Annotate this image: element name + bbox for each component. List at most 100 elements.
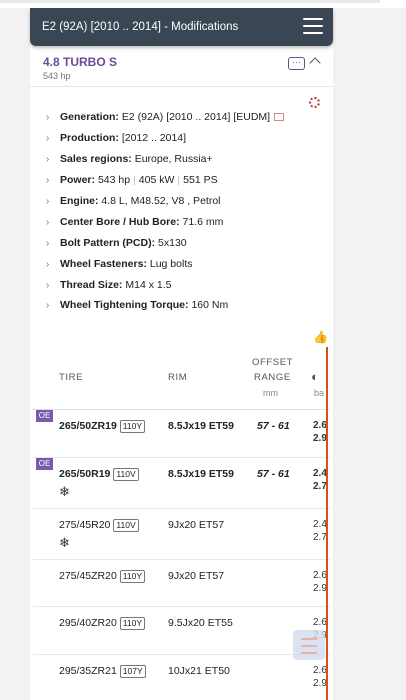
rim-size: 8.5Jx19 ET59 <box>168 468 234 480</box>
load-index-badge: 110Y <box>119 570 146 583</box>
tire-size-text: 265/50ZR19 <box>59 420 117 432</box>
offset-range: 57 - 61 <box>257 468 290 480</box>
spec-item[interactable]: › Engine: 4.8 L, M48.52, V8 , Petrol <box>46 195 221 207</box>
table-row[interactable]: 295/40ZR20110Y9.5Jx20 ET552.62.9 <box>33 607 330 655</box>
spec-label: Production: <box>60 132 119 144</box>
spec-value: E2 (92A) [2010 .. 2014] [EUDM] <box>121 111 271 123</box>
spec-value-3: 551 PS <box>183 174 218 186</box>
spec-item[interactable]: › Bolt Pattern (PCD): 5x130 <box>46 237 187 249</box>
spec-label: Engine: <box>60 195 99 207</box>
snowflake-icon: ❄ <box>59 535 70 550</box>
pressure-rear: 2.9 <box>313 678 327 689</box>
load-index-badge: 110Y <box>119 420 146 433</box>
page-title: E2 (92A) [2010 .. 2014] - Modifications <box>42 21 239 33</box>
image-icon[interactable] <box>274 113 285 122</box>
tire-size-text: 275/45R20 <box>59 519 111 531</box>
pressure-value: 2.4 2.7 <box>313 518 327 544</box>
spec-item[interactable]: › Power: 543 hp | 405 kW | 551 PS <box>46 174 218 186</box>
chevron-right-icon: › <box>46 133 50 144</box>
column-header-tire[interactable]: TIRE <box>59 372 83 383</box>
chevron-right-icon: › <box>46 217 50 228</box>
modification-name[interactable]: 4.8 TURBO S <box>43 55 117 69</box>
spec-item[interactable]: › Production: [2012 .. 2014] <box>46 132 186 144</box>
pressure-rear: 2.7 <box>313 532 327 543</box>
column-header-range: RANGE <box>254 372 291 383</box>
chevron-right-icon: › <box>46 175 50 186</box>
rim-size: 9.5Jx20 ET55 <box>168 617 233 629</box>
spec-label: Bolt Pattern (PCD): <box>60 237 156 249</box>
spec-label: Generation: <box>60 111 119 123</box>
spec-value: 160 Nm <box>191 299 229 311</box>
tire-size: 295/40ZR20 110Y <box>59 617 146 630</box>
snowflake-icon: ❄ <box>59 484 70 499</box>
hamburger-menu-icon[interactable] <box>303 18 323 34</box>
spec-value: [2012 .. 2014] <box>121 132 187 144</box>
spec-item[interactable]: › Thread Size: M14 x 1.5 <box>46 279 171 291</box>
spec-value-2: 405 kW <box>138 174 175 186</box>
floating-menu-button[interactable] <box>293 630 325 660</box>
pressure-front: 2.4 <box>313 519 327 530</box>
spec-value: 5x130 <box>158 237 187 249</box>
table-row[interactable]: 295/35ZR21 107Y 10Jx21 ET50 2.6 2.9 <box>33 655 330 700</box>
pressure-rear: 2.9 <box>313 433 327 444</box>
thumbs-up-icon[interactable]: 👍 <box>313 330 328 344</box>
load-index-badge: 110V <box>113 519 139 532</box>
oe-badge: OE <box>36 410 53 422</box>
rim-size: 9Jx20 ET57 <box>168 519 225 531</box>
tire-size-text: 275/45ZR20 <box>59 570 117 582</box>
spec-value: M14 x 1.5 <box>125 279 172 291</box>
pressure-unit: ba <box>314 388 325 398</box>
spec-value: Lug bolts <box>149 258 193 270</box>
settings-gear-icon[interactable] <box>309 97 320 108</box>
spec-value: Europe, Russia+ <box>134 153 213 165</box>
spec-label: Wheel Fasteners: <box>60 258 147 270</box>
chevron-right-icon: › <box>46 280 50 291</box>
table-row[interactable]: 275/45R20 110V 9Jx20 ET57 2.4 2.7 ❄ <box>33 509 330 560</box>
column-header-offset[interactable]: OFFSET <box>252 357 293 368</box>
spec-item[interactable]: › Sales regions: Europe, Russia+ <box>46 153 213 165</box>
chevron-right-icon: › <box>46 196 50 207</box>
tire-pressure-icon: ◐ <box>311 369 320 384</box>
pressure-front: 2.6 <box>313 570 327 581</box>
table-header: TIRE RIM OFFSET RANGE mm ◐ ba <box>33 347 330 410</box>
spec-item[interactable]: › Generation: E2 (92A) [2010 .. 2014] [EU… <box>46 111 285 123</box>
column-header-rim[interactable]: RIM <box>168 372 187 383</box>
spec-label: Power: <box>60 174 96 186</box>
chevron-right-icon: › <box>46 259 50 270</box>
spec-item[interactable]: › Center Bore / Hub Bore: 71.6 mm <box>46 216 223 228</box>
tire-size: 275/45ZR20 110Y <box>59 570 146 583</box>
tire-size: 265/50R19 110V <box>59 468 139 481</box>
rim-size: 8.5Jx19 ET59 <box>168 420 234 432</box>
spec-label: Center Bore / Hub Bore: <box>60 216 180 228</box>
spec-value: 71.6 mm <box>182 216 224 228</box>
pressure-front: 2.4 <box>313 468 327 479</box>
tire-size-text: 295/40ZR20 <box>59 617 117 629</box>
pressure-value: 2.62.9 <box>313 664 327 690</box>
pressure-value: 2.62.9 <box>313 419 327 445</box>
browser-top-strip <box>0 0 406 8</box>
spec-label: Wheel Tightening Torque: <box>60 299 189 311</box>
offset-range: 57 - 61 <box>257 420 290 432</box>
tire-size-text: 265/50R19 <box>59 468 111 480</box>
table-row[interactable]: OE 265/50R19 110V 8.5Jx19 ET59 57 - 61 2.4 2.7… <box>33 458 330 509</box>
pressure-value: 2.62.9 <box>313 569 327 595</box>
spec-item[interactable]: › Wheel Fasteners: Lug bolts <box>46 258 193 270</box>
rim-size: 10Jx21 ET50 <box>168 665 230 677</box>
page-header: E2 (92A) [2010 .. 2014] - Modifications <box>30 8 333 46</box>
offset-unit: mm <box>263 388 278 398</box>
spec-label: Thread Size: <box>60 279 123 291</box>
tire-size: 295/35ZR21 107Y <box>59 665 146 678</box>
load-index-badge: 110V <box>113 468 139 481</box>
more-options-button[interactable]: ··· <box>288 57 305 70</box>
oe-badge: OE <box>36 458 53 470</box>
chevron-right-icon: › <box>46 300 50 311</box>
spec-label: Sales regions: <box>60 153 132 165</box>
table-row[interactable]: OE 265/50ZR19 110Y 8.5Jx19 ET59 57 - 61 2.6 2.… <box>33 410 330 458</box>
tire-size: 265/50ZR19 110Y <box>59 420 146 433</box>
spec-item[interactable]: › Wheel Tightening Torque: 160 Nm <box>46 299 228 311</box>
chevron-right-icon: › <box>46 112 50 123</box>
scroll-indicator <box>326 347 328 700</box>
pressure-front: 2.6 <box>313 665 327 676</box>
table-row[interactable]: 275/45ZR20 110Y 9Jx20 ET57 2.6 2.9 <box>33 560 330 607</box>
chevron-right-icon: › <box>46 238 50 249</box>
